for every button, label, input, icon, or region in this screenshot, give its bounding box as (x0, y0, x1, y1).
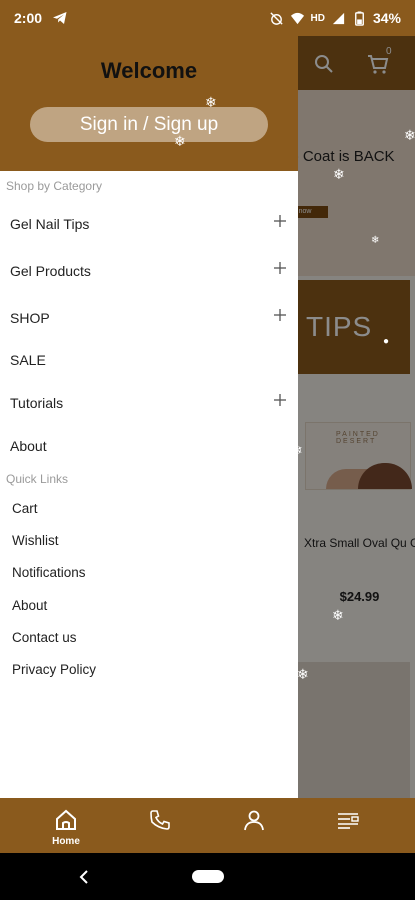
sign-in-button[interactable]: Sign in / Sign up (30, 107, 268, 142)
signal-icon (332, 12, 345, 24)
category-item-gel-nail-tips[interactable]: Gel Nail Tips (0, 204, 298, 244)
nav-call[interactable] (140, 808, 180, 848)
quick-link-contact-us[interactable]: Contact us (12, 630, 77, 645)
nav-home-label: Home (52, 836, 80, 847)
home-pill[interactable] (192, 870, 224, 883)
user-icon (244, 810, 264, 831)
quick-links-label: Quick Links (6, 472, 69, 486)
snowflake-icon: ❄ (332, 607, 344, 623)
network-type: HD (310, 12, 325, 24)
plus-icon[interactable] (273, 308, 287, 322)
navigation-drawer: Welcome Sign in / Sign up Shop by Catego… (0, 36, 298, 798)
bottom-navigation: Home (0, 798, 415, 853)
nav-home[interactable]: Home (46, 808, 86, 848)
nav-account[interactable] (234, 808, 274, 848)
category-label: About (10, 438, 47, 454)
snowflake-icon: ❄ (371, 235, 380, 246)
quick-link-wishlist[interactable]: Wishlist (12, 533, 59, 548)
category-label: SALE (10, 352, 46, 368)
snowflake-icon: ❄ (404, 127, 415, 143)
menu-list-icon (338, 813, 359, 829)
system-navigation-bar (0, 853, 415, 900)
quick-link-privacy-policy[interactable]: Privacy Policy (12, 662, 96, 677)
alarm-off-icon (269, 11, 283, 25)
snowflake-icon: ❄ (205, 94, 217, 110)
snowflake-icon: ❄ (291, 442, 303, 458)
category-item-sale[interactable]: SALE (0, 340, 298, 380)
status-icons: HD 34% (269, 10, 401, 26)
plus-icon[interactable] (273, 393, 287, 407)
category-label: SHOP (10, 310, 50, 326)
plus-icon[interactable] (273, 261, 287, 275)
snowflake-icon: ❄ (174, 133, 186, 149)
category-item-shop[interactable]: SHOP (0, 298, 298, 338)
wifi-icon (290, 12, 304, 24)
snowflake-icon: ❄ (297, 666, 309, 682)
quick-link-about[interactable]: About (12, 598, 47, 613)
category-item-gel-products[interactable]: Gel Products (0, 251, 298, 291)
category-label: Tutorials (10, 395, 64, 411)
status-time: 2:00 (14, 10, 43, 26)
status-bar: 2:00 HD 34% (0, 0, 415, 36)
category-label: Gel Nail Tips (10, 216, 90, 232)
phone-icon (150, 810, 170, 830)
quick-link-cart[interactable]: Cart (12, 501, 38, 516)
battery-icon (355, 10, 364, 26)
battery-level: 34% (372, 10, 401, 26)
plus-icon[interactable] (273, 214, 287, 228)
category-item-tutorials[interactable]: Tutorials (0, 383, 298, 423)
drawer-header: Welcome Sign in / Sign up (0, 36, 298, 171)
telegram-icon (53, 12, 67, 24)
nav-more[interactable] (328, 808, 368, 848)
category-label: Gel Products (10, 263, 91, 279)
snowflake-icon: ● (383, 336, 390, 347)
home-icon (56, 809, 76, 830)
back-icon[interactable] (76, 869, 92, 885)
quick-link-notifications[interactable]: Notifications (12, 565, 86, 580)
category-item-about[interactable]: About (0, 426, 298, 466)
snowflake-icon: ❄ (333, 166, 345, 182)
welcome-title: Welcome (100, 58, 198, 83)
shop-by-category-label: Shop by Category (6, 179, 103, 193)
